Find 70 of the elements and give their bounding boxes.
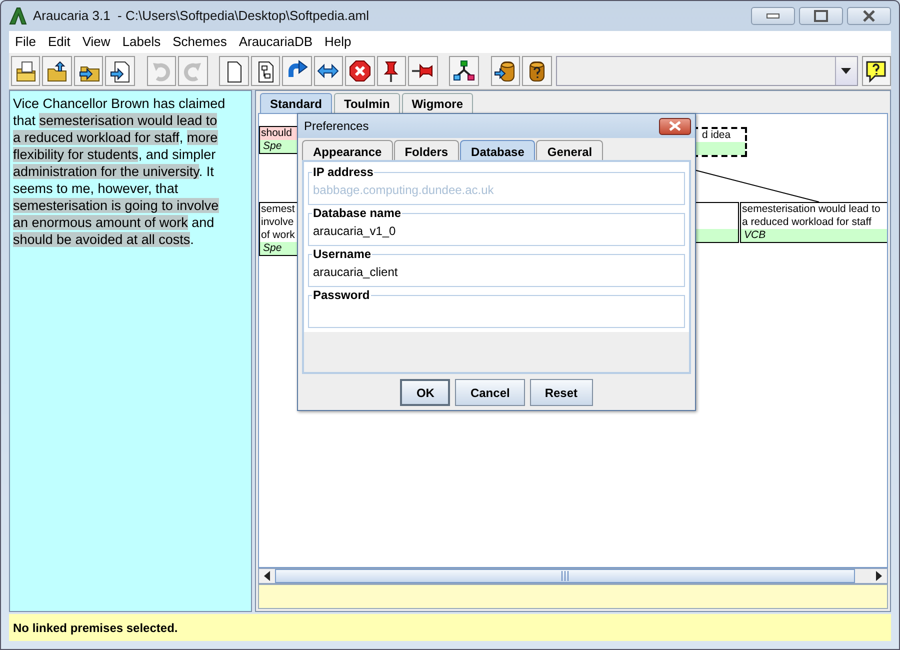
node-text: involve	[260, 216, 295, 230]
toolbar-button[interactable]	[314, 56, 344, 86]
database-arrow-icon	[493, 59, 518, 84]
toolbar-button[interactable]	[105, 56, 135, 86]
node-text: a reduced workload for staff	[741, 216, 872, 230]
minimize-button[interactable]	[751, 6, 795, 25]
dialog-close-button[interactable]	[659, 118, 691, 134]
toolbar-button[interactable]	[490, 56, 520, 86]
horizontal-scrollbar[interactable]	[258, 568, 888, 584]
settings-tab[interactable]: Database	[460, 140, 536, 160]
scroll-right-icon[interactable]	[876, 571, 882, 582]
field-label: Username	[312, 247, 372, 261]
field-label: Database name	[312, 206, 402, 220]
folder-up-arrow-icon	[45, 59, 70, 84]
node-label: VCB	[741, 229, 887, 242]
scroll-left-icon[interactable]	[264, 571, 270, 582]
node-text: d idea	[701, 129, 732, 142]
settings-tab[interactable]: General	[536, 140, 604, 160]
toolbar-button[interactable]	[376, 56, 406, 86]
settings-tab[interactable]: Appearance	[302, 140, 393, 160]
maximize-icon	[814, 10, 828, 22]
menu-item[interactable]: View	[76, 32, 116, 52]
field-label: IP address	[312, 165, 374, 179]
diagram-tab[interactable]: Standard	[260, 93, 332, 114]
open-folder-icon	[14, 59, 38, 84]
toolbar-button[interactable]	[219, 56, 249, 86]
menu-item[interactable]: Labels	[116, 32, 167, 52]
toolbar-button[interactable]	[42, 56, 72, 86]
caret-icon	[841, 68, 852, 74]
toolbar-button[interactable]	[345, 56, 375, 86]
menu-item[interactable]: Schemes	[166, 32, 233, 52]
argument-node[interactable]	[694, 202, 739, 244]
scroll-thumb[interactable]	[275, 569, 855, 584]
close-icon	[862, 10, 876, 22]
diagram-tab[interactable]: Wigmore	[402, 93, 474, 114]
diagram-tab[interactable]: Toulmin	[334, 93, 400, 114]
node-text: should	[260, 127, 293, 140]
dropdown-field[interactable]	[556, 56, 858, 86]
dialog-button[interactable]: OK	[400, 379, 450, 406]
help-icon	[864, 59, 888, 84]
grip-icon	[561, 571, 569, 582]
menu-item[interactable]: Edit	[42, 32, 76, 52]
menu-item[interactable]: Help	[318, 32, 358, 52]
menu-item[interactable]: AraucariaDB	[232, 32, 319, 52]
dialog-button[interactable]: Reset	[530, 379, 593, 406]
app-logo-icon	[9, 6, 27, 25]
dialog-button[interactable]: Cancel	[455, 379, 525, 406]
minimize-icon	[766, 12, 780, 19]
window-title: Araucaria 3.1 - C:\Users\Softpedia\Desktop\Softpedia.aml	[33, 7, 369, 26]
argument-node[interactable]: semesterisation would lead to a reduced workload for staff VCB	[740, 202, 887, 244]
toolbar-button[interactable]	[408, 56, 438, 86]
status-bar: No linked premises selected.	[9, 614, 891, 641]
field-label: Password	[312, 288, 371, 302]
settings-tab[interactable]: Folders	[394, 140, 460, 160]
node-text: semesterisation would lead to	[741, 203, 882, 216]
stop-x-icon	[348, 59, 372, 84]
document-arrow-icon	[108, 59, 132, 84]
tree-diagram-icon	[452, 59, 476, 84]
toolbar-button[interactable]	[250, 56, 280, 86]
help-button[interactable]	[862, 56, 892, 86]
maximize-button[interactable]	[799, 6, 843, 25]
close-icon	[669, 121, 681, 131]
toolbar-button[interactable]	[449, 56, 479, 86]
toolbar-button[interactable]	[74, 56, 104, 86]
menu-item[interactable]: File	[9, 32, 42, 52]
toolbar-button[interactable]	[11, 56, 40, 86]
argument-text: Vice Chancellor Brown has claimed that semesterisation would lead to a reduced workload for staff, more flexibility for students, and simpler administration for the university. It seems to me, however, that semesterisation is going to involve an enormous amount of work and should be avoided at all costs.	[13, 95, 226, 248]
toolbar-button[interactable]	[522, 56, 552, 86]
close-button[interactable]	[847, 6, 891, 25]
toolbar-button[interactable]	[282, 56, 312, 86]
